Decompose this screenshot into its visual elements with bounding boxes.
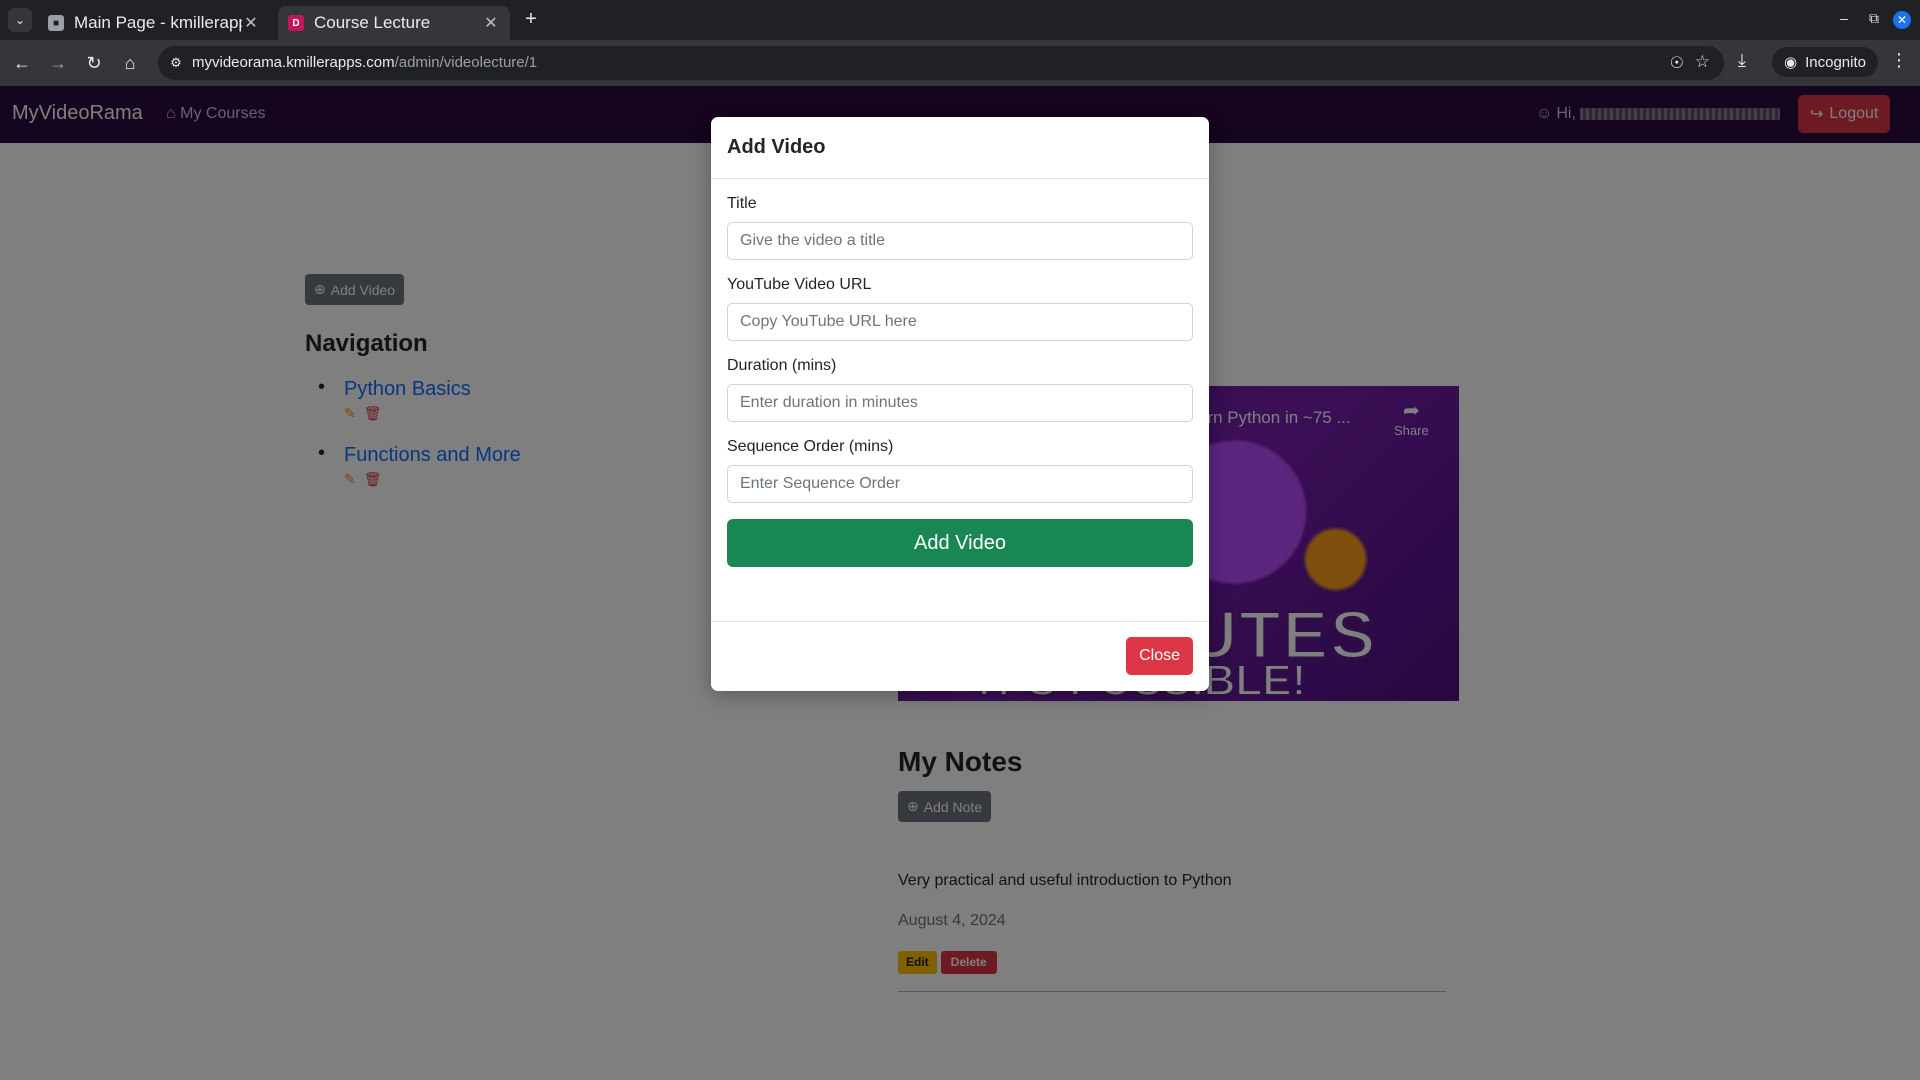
window-close-icon[interactable]: ✕ — [1893, 11, 1911, 29]
tab-title: Main Page - kmillerapps — [74, 13, 242, 32]
tracking-protection-eye-icon[interactable]: ☉ — [1670, 53, 1684, 73]
modal-footer: Close — [711, 622, 1209, 690]
browser-tab-main-page[interactable]: ■ Main Page - kmillerapps ✕ — [38, 6, 270, 40]
browser-tab-course-lecture[interactable]: D Course Lecture ✕ — [278, 6, 510, 40]
home-icon[interactable]: ⌂ — [118, 51, 142, 75]
modal-body: Title YouTube Video URL Duration (mins) … — [711, 179, 1209, 622]
close-modal-button[interactable]: Close — [1126, 637, 1193, 675]
tab-close-icon[interactable]: ✕ — [482, 13, 500, 33]
modal-title: Add Video — [727, 136, 826, 158]
modal-header: Add Video — [711, 117, 1209, 179]
incognito-label: Incognito — [1805, 53, 1866, 71]
tab-search-chevron-icon[interactable]: ⌄ — [8, 8, 32, 32]
back-arrow-icon[interactable]: ← — [10, 51, 34, 75]
tab-close-icon[interactable]: ✕ — [242, 13, 260, 33]
address-bar[interactable]: ⚙ myvideorama.kmillerapps.com/admin/vide… — [158, 46, 1724, 80]
bookmark-star-icon[interactable]: ☆ — [1695, 52, 1710, 72]
restore-icon[interactable]: ⧉ — [1864, 10, 1884, 27]
tab-title: Course Lecture — [314, 13, 431, 32]
site-info-icon[interactable]: ⚙ — [166, 53, 186, 73]
youtube-url-label: YouTube Video URL — [727, 276, 872, 293]
minimize-icon[interactable]: – — [1834, 10, 1854, 26]
address-url[interactable]: myvideorama.kmillerapps.com/admin/videol… — [192, 54, 537, 71]
sequence-order-label: Sequence Order (mins) — [727, 438, 894, 455]
duration-input[interactable] — [727, 384, 1193, 422]
favicon-icon: D — [288, 15, 304, 31]
download-icon[interactable]: ⤓ — [1738, 50, 1746, 71]
youtube-url-input[interactable] — [727, 303, 1193, 341]
browser-tabstrip: ⌄ ■ Main Page - kmillerapps ✕ D Course L… — [0, 0, 1920, 40]
submit-add-video-button[interactable]: Add Video — [727, 519, 1193, 567]
page-content: MyVideoRama ⌂ My Courses ☺Hi, ↪Logout ⊕A… — [0, 86, 1920, 1080]
browser-toolbar: ← → ↻ ⌂ ⚙ myvideorama.kmillerapps.com/ad… — [0, 40, 1920, 86]
sequence-order-input[interactable] — [727, 465, 1193, 503]
duration-label: Duration (mins) — [727, 357, 837, 374]
reload-icon[interactable]: ↻ — [82, 51, 106, 75]
title-input[interactable] — [727, 222, 1193, 260]
favicon-icon: ■ — [48, 15, 64, 31]
url-host: myvideorama.kmillerapps.com — [192, 54, 395, 71]
new-tab-plus-icon[interactable]: + — [520, 8, 542, 30]
url-path: /admin/videolecture/1 — [394, 54, 538, 71]
incognito-icon: ◉ — [1784, 54, 1798, 71]
add-video-modal: Add Video Title YouTube Video URL Durati… — [711, 117, 1209, 691]
title-label: Title — [727, 195, 757, 212]
forward-arrow-icon[interactable]: → — [46, 51, 70, 75]
browser-menu-kebab-icon[interactable]: ⋮ — [1890, 50, 1908, 71]
incognito-indicator[interactable]: ◉ Incognito — [1772, 47, 1878, 77]
